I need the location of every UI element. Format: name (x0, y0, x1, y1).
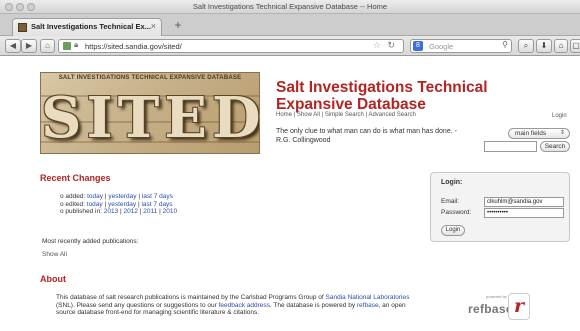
recent-changes-heading: Recent Changes (40, 173, 111, 183)
added-last-7-days-link[interactable]: last 7 days (142, 193, 173, 200)
window-titlebar: Salt Investigations Technical Expansive … (0, 0, 580, 14)
sited-favicon-icon (18, 23, 27, 32)
added-yesterday-link[interactable]: yesterday (108, 193, 136, 200)
nav-simple-search-link[interactable]: Simple Search (325, 112, 364, 118)
back-button[interactable]: ◀ (5, 39, 21, 53)
browser-search-bar[interactable]: 8 Google ⚲ (410, 39, 512, 53)
about-text-1: This database of salt research publicati… (56, 294, 326, 301)
added-today-link[interactable]: today (87, 193, 103, 200)
recent-publications-label: Most recently added publications: (42, 238, 139, 245)
nav-home-link[interactable]: Home (276, 112, 292, 118)
search-placeholder: Google (429, 42, 454, 51)
recent-changes-list: o added: today | yesterday | last 7 days… (60, 193, 177, 216)
search-field-select[interactable]: main fields ⇕ (508, 128, 570, 139)
quick-search-input[interactable] (484, 141, 537, 152)
published-label: published in: (65, 208, 102, 215)
home-button-icon[interactable]: ⌂ (554, 39, 568, 53)
downloads-icon[interactable]: ⬇ (536, 39, 552, 53)
list-item: o published in: 2013 | 2012 | 2011 | 201… (60, 208, 178, 215)
tab-bar: Salt Investigations Technical Ex... × + (0, 14, 580, 36)
login-panel-title: Login: (441, 179, 463, 186)
page-content: SALT INVESTIGATIONS TECHNICAL EXPANSIVE … (0, 57, 580, 331)
published-2012-link[interactable]: 2012 (124, 208, 138, 215)
overflow-icon[interactable]: ▢ (570, 39, 580, 53)
site-identity-icon[interactable] (63, 42, 71, 50)
sited-logo[interactable]: SALT INVESTIGATIONS TECHNICAL EXPANSIVE … (40, 72, 260, 154)
url-bar[interactable]: 🔒︎ https://sited.sandia.gov/sited/ ☆ ↻ (58, 39, 404, 53)
search-field-select-value: main fields (515, 130, 547, 137)
window-title: Salt Investigations Technical Expansive … (192, 2, 388, 11)
logo-wordmark: SITED (41, 85, 260, 151)
quick-search-button[interactable]: Search (540, 141, 570, 152)
google-icon[interactable]: 8 (413, 41, 423, 51)
nav-advanced-search-link[interactable]: Advanced Search (368, 112, 415, 118)
email-field[interactable]: clkuhlm@sandia.gov (484, 197, 564, 207)
feedback-link[interactable]: feedback address (219, 302, 270, 309)
nav-show-all-link[interactable]: Show All (297, 112, 320, 118)
powered-by-label: powered by (486, 294, 507, 299)
navigation-bar: ◀ ▶ ⌂ 🔒︎ https://sited.sandia.gov/sited/… (0, 36, 580, 56)
reload-icon[interactable]: ↻ (387, 40, 395, 51)
password-label: Password: (441, 209, 472, 216)
refbase-logo-icon[interactable]: r (508, 293, 530, 320)
logo-banner-text: SALT INVESTIGATIONS TECHNICAL EXPANSIVE … (58, 75, 242, 81)
login-link[interactable]: Login (552, 113, 567, 119)
search-icon[interactable]: ⚲ (502, 40, 508, 49)
edited-yesterday-link[interactable]: yesterday (108, 201, 136, 208)
published-2013-link[interactable]: 2013 (104, 208, 118, 215)
login-button[interactable]: Login (441, 225, 465, 236)
refbase-link[interactable]: refbase (357, 302, 379, 309)
login-panel: Login: Email: clkuhlm@sandia.gov Passwor… (430, 172, 570, 242)
edited-label: edited: (65, 200, 85, 208)
added-label: added: (65, 193, 86, 200)
close-tab-icon[interactable]: × (151, 21, 156, 31)
show-all-link[interactable]: Show All (42, 251, 67, 258)
about-text-2: (SNL). Please send any questions or sugg… (56, 301, 219, 309)
edited-last-7-days-link[interactable]: last 7 days (141, 201, 172, 208)
sandia-link[interactable]: Sandia National Laboratories (326, 294, 410, 301)
magnifier-icon[interactable]: ⌕ (518, 39, 534, 53)
top-navigation: Home | Show All | Simple Search | Advanc… (276, 112, 416, 118)
url-text[interactable]: https://sited.sandia.gov/sited/ (85, 42, 182, 51)
list-item: o added: today | yesterday | last 7 days (60, 193, 173, 200)
password-field[interactable]: •••••••••• (484, 208, 564, 218)
about-text-3: . The database is powered by (269, 301, 357, 309)
about-heading: About (40, 274, 66, 284)
site-title: Salt Investigations Technical Expansive … (276, 79, 488, 113)
select-arrows-icon: ⇕ (559, 130, 565, 136)
published-2011-link[interactable]: 2011 (143, 208, 157, 215)
about-paragraph: This database of salt research publicati… (56, 294, 411, 317)
tab-sited-home[interactable]: Salt Investigations Technical Ex... × (12, 18, 162, 36)
forward-button[interactable]: ▶ (21, 39, 37, 53)
list-item: o edited: today | yesterday | last 7 day… (60, 200, 173, 208)
tab-label: Salt Investigations Technical Ex... (31, 22, 151, 31)
refbase-wordmark[interactable]: refbase (468, 302, 513, 316)
published-2010-link[interactable]: 2010 (163, 208, 177, 215)
new-tab-button[interactable]: + (170, 19, 186, 33)
email-label: Email: (441, 198, 460, 205)
edited-today-link[interactable]: today (87, 201, 103, 208)
header-quote: The only clue to what man can do is what… (276, 128, 457, 144)
lock-icon: 🔒︎ (74, 40, 79, 49)
home-icon[interactable]: ⌂ (40, 39, 55, 53)
bookmark-star-icon[interactable]: ☆ (373, 40, 381, 51)
